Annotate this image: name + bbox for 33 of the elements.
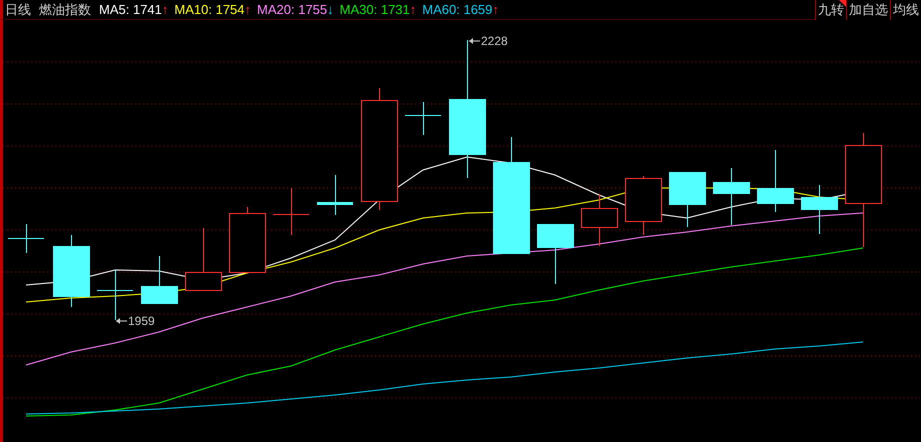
moving-average-value: MA5: 1741 (99, 2, 162, 17)
trend-arrow: ↑ (492, 2, 499, 17)
index-title: 燃油指数 (39, 2, 91, 18)
candlestick (229, 206, 266, 273)
candlestick (713, 168, 750, 226)
candlestick (669, 172, 706, 228)
candlestick (185, 228, 222, 291)
candlestick (581, 194, 618, 246)
high-price-label: 2228 (481, 34, 508, 48)
candlestick (404, 102, 442, 136)
candlestick (272, 188, 310, 236)
toolbar-button[interactable]: 均线 (890, 0, 921, 20)
candlestick (537, 224, 574, 284)
period-label: 日线 (5, 2, 31, 18)
candlestick (141, 256, 178, 304)
trend-arrow: ↓ (327, 2, 334, 17)
pointer-arrow (468, 38, 480, 44)
trend-arrow: ↑ (410, 2, 416, 17)
candlestick (625, 176, 662, 236)
trend-arrow: ↑ (162, 2, 168, 17)
trend-arrow: ↑ (244, 2, 252, 17)
toolbar-button[interactable]: 九转 (815, 0, 846, 20)
candlestick (801, 184, 838, 234)
moving-average-value: MA10: 1754 (174, 2, 245, 17)
moving-average-value: MA60: 1659 (422, 2, 492, 17)
moving-average-value: MA30: 1731 (340, 2, 410, 17)
pointer-arrow (116, 318, 128, 324)
candlestick (8, 224, 44, 254)
toolbar-button[interactable]: 加自选 (846, 0, 890, 20)
candlestick (757, 150, 794, 212)
moving-average-value: MA20: 1755 (257, 2, 328, 17)
candlestick (317, 174, 353, 216)
low-price-label: 1959 (128, 314, 155, 328)
